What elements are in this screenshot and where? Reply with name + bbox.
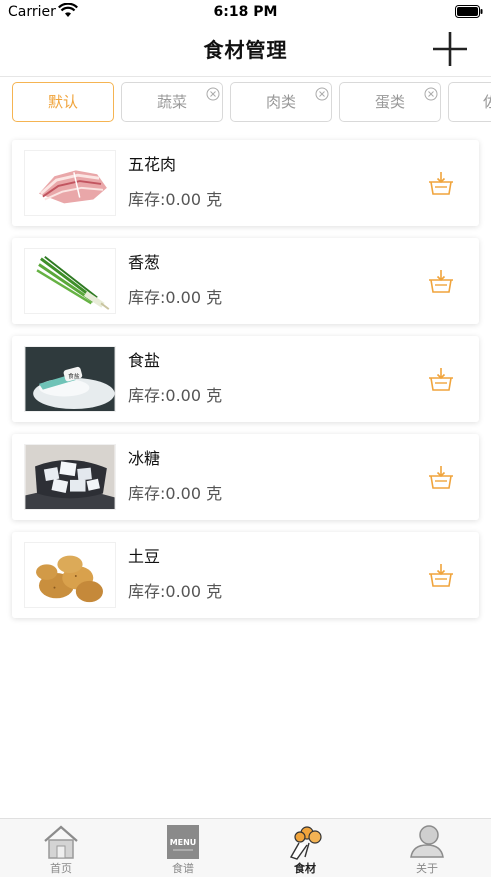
svg-text:食盐: 食盐	[68, 372, 80, 380]
ingredient-name: 冰糖	[128, 449, 161, 468]
tab-eggs[interactable]: 蛋类	[339, 82, 441, 122]
ingredient-stock: 库存:0.00 克	[128, 484, 223, 503]
tab-label: 蔬菜	[156, 93, 187, 111]
svg-text:MENU: MENU	[170, 838, 197, 847]
tab-vegetables[interactable]: 蔬菜	[121, 82, 223, 122]
ingredient-card[interactable]: 冰糖 库存:0.00 克	[12, 434, 479, 520]
page-title: 食材管理	[203, 38, 288, 62]
scallion-image	[24, 248, 116, 314]
basket-icon[interactable]	[427, 464, 455, 492]
bottom-tab-bar: 首页 MENU 食谱 食材 关于	[0, 818, 491, 877]
ingredients-icon	[289, 826, 322, 860]
ingredient-card[interactable]: 香葱 库存:0.00 克	[12, 238, 479, 324]
ingredient-card[interactable]: 土豆 库存:0.00 克	[12, 532, 479, 618]
tab-default[interactable]: 默认	[12, 82, 114, 122]
salt-image: 食盐	[24, 346, 116, 412]
category-tabs: 默认 蔬菜 肉类 蛋类 佐	[12, 82, 491, 124]
potato-image	[24, 542, 116, 608]
remove-category-icon[interactable]	[424, 87, 438, 101]
ingredient-stock: 库存:0.00 克	[128, 190, 223, 209]
tab-seasoning[interactable]: 佐	[448, 82, 491, 122]
ingredient-stock: 库存:0.00 克	[128, 288, 223, 307]
about-icon	[410, 825, 444, 858]
clock: 6:18 PM	[213, 4, 278, 20]
tab-label: 蛋类	[374, 93, 405, 111]
ingredient-name: 土豆	[128, 547, 161, 566]
ingredient-name: 食盐	[128, 351, 161, 370]
tab-label: 关于	[416, 862, 438, 875]
tab-label: 默认	[47, 93, 78, 111]
ingredient-name: 五花肉	[128, 155, 177, 174]
basket-icon[interactable]	[427, 170, 455, 198]
tab-home[interactable]: 首页	[0, 819, 122, 877]
tab-label: 肉类	[265, 93, 296, 111]
tab-label: 食材	[294, 862, 316, 875]
remove-category-icon[interactable]	[315, 87, 329, 101]
battery-icon	[455, 5, 483, 18]
ingredient-card[interactable]: 五花肉 库存:0.00 克	[12, 140, 479, 226]
basket-icon[interactable]	[427, 562, 455, 590]
tab-label: 佐	[483, 93, 491, 111]
plus-icon	[433, 32, 467, 66]
tab-label: 首页	[50, 862, 72, 875]
nav-divider	[0, 76, 491, 77]
ingredient-card[interactable]: 食盐 食盐 库存:0.00 克	[12, 336, 479, 422]
remove-category-icon[interactable]	[206, 87, 220, 101]
tab-ingredients[interactable]: 食材	[244, 819, 366, 877]
home-icon	[44, 825, 78, 859]
tab-about[interactable]: 关于	[366, 819, 488, 877]
tab-recipes[interactable]: MENU 食谱	[122, 819, 244, 877]
basket-icon[interactable]	[427, 366, 455, 394]
rock-sugar-image	[24, 444, 116, 510]
tab-label: 食谱	[172, 862, 194, 875]
add-ingredient-button[interactable]	[431, 30, 469, 68]
menu-icon: MENU	[167, 825, 199, 859]
ingredient-name: 香葱	[128, 253, 161, 272]
ingredient-stock: 库存:0.00 克	[128, 582, 223, 601]
status-bar: Carrier 6:18 PM	[0, 0, 491, 26]
basket-icon[interactable]	[427, 268, 455, 296]
pork-belly-image	[24, 150, 116, 216]
ingredient-stock: 库存:0.00 克	[128, 386, 223, 405]
tab-meat[interactable]: 肉类	[230, 82, 332, 122]
